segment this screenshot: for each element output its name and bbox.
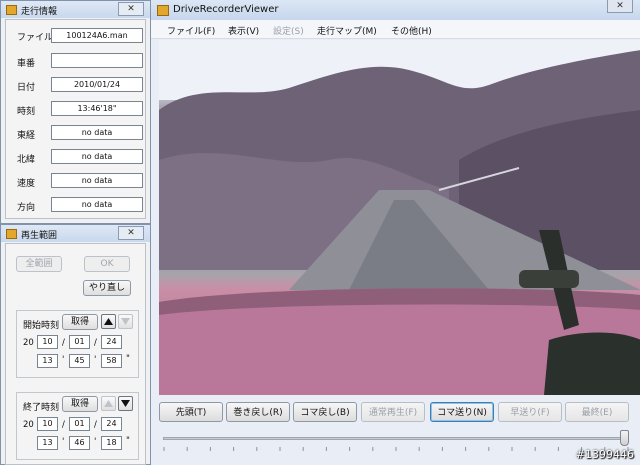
end-get-button[interactable]: 取得	[62, 396, 98, 412]
close-icon[interactable]: ✕	[607, 0, 633, 13]
direction-value: no data	[51, 197, 143, 212]
info-panel: 走行情報 ✕ ファイル 100124A6.man 車番 日付 2010/01/2…	[0, 0, 151, 224]
app-icon	[157, 5, 169, 16]
range-panel-title: 再生範囲	[21, 231, 58, 241]
minute-separator: '	[94, 437, 97, 447]
app-icon	[6, 5, 17, 15]
window-title: DriveRecorderViewer	[173, 4, 279, 15]
start-down-button[interactable]	[118, 314, 133, 329]
start-month-field[interactable]: 01	[69, 335, 90, 349]
info-panel-title: 走行情報	[21, 7, 58, 17]
frame-back-button[interactable]: コマ戻し(B)	[293, 402, 357, 422]
longitude-label: 東経	[17, 131, 36, 141]
end-month-field[interactable]: 01	[69, 417, 90, 431]
date-label: 日付	[17, 83, 36, 93]
menu-file[interactable]: ファイル(F)	[167, 24, 215, 37]
menu-other[interactable]: その他(H)	[391, 24, 432, 37]
menu-route-map[interactable]: 走行マップ(M)	[317, 24, 377, 37]
redo-button[interactable]: やり直し	[83, 280, 131, 296]
end-second-field[interactable]: 18	[101, 436, 122, 450]
time-value: 13:46'18"	[51, 101, 143, 116]
minute-separator: '	[62, 355, 65, 365]
time-label: 時刻	[17, 107, 36, 117]
date-value: 2010/01/24	[51, 77, 143, 92]
car-number-value	[51, 53, 143, 68]
end-century: 20	[23, 420, 34, 430]
latitude-label: 北緯	[17, 155, 36, 165]
seek-slider-track[interactable]	[163, 437, 629, 440]
app-icon	[6, 229, 17, 239]
file-label: ファイル	[17, 33, 54, 43]
speed-label: 速度	[17, 179, 36, 189]
main-title-bar[interactable]: DriveRecorderViewer ✕	[151, 0, 640, 20]
triangle-down-icon	[121, 400, 130, 407]
start-hour-field[interactable]: 13	[37, 354, 58, 368]
triangle-up-icon	[104, 400, 113, 407]
car-number-label: 車番	[17, 59, 36, 69]
start-day-field[interactable]: 24	[101, 335, 122, 349]
first-button[interactable]: 先頭(T)	[159, 402, 223, 422]
start-up-button[interactable]	[101, 314, 116, 329]
end-down-button[interactable]	[118, 396, 133, 411]
date-separator: /	[94, 338, 97, 348]
start-century: 20	[23, 338, 34, 348]
minute-separator: '	[62, 437, 65, 447]
seek-slider-ticks	[163, 447, 629, 451]
start-year-field[interactable]: 10	[37, 335, 58, 349]
second-suffix: "	[126, 354, 130, 364]
menu-bar: ファイル(F) 表示(V) 設定(S) 走行マップ(M) その他(H)	[151, 20, 640, 39]
range-panel: 再生範囲 ✕ 全範囲 OK やり直し 開始時刻 取得 20 10 / 01 / …	[0, 224, 151, 465]
date-separator: /	[94, 420, 97, 430]
menu-view[interactable]: 表示(V)	[228, 24, 259, 37]
info-panel-body: ファイル 100124A6.man 車番 日付 2010/01/24 時刻 13…	[5, 19, 146, 219]
last-button[interactable]: 最終(E)	[565, 402, 629, 422]
end-minute-field[interactable]: 46	[69, 436, 90, 450]
speed-value: no data	[51, 173, 143, 188]
video-frame	[159, 40, 640, 395]
main-window: DriveRecorderViewer ✕ ファイル(F) 表示(V) 設定(S…	[150, 0, 640, 465]
close-icon[interactable]: ✕	[118, 226, 144, 240]
start-second-field[interactable]: 58	[101, 354, 122, 368]
fast-forward-button[interactable]: 早送り(F)	[498, 402, 562, 422]
start-get-button[interactable]: 取得	[62, 314, 98, 330]
minute-separator: '	[94, 355, 97, 365]
file-value: 100124A6.man	[51, 28, 143, 43]
end-time-label: 終了時刻	[23, 403, 60, 413]
frame-forward-button[interactable]: コマ送り(N)	[430, 402, 494, 422]
end-hour-field[interactable]: 13	[37, 436, 58, 450]
triangle-down-icon	[121, 318, 130, 325]
watermark: #1399446	[575, 448, 634, 461]
end-up-button[interactable]	[101, 396, 116, 411]
range-panel-title-bar[interactable]: 再生範囲 ✕	[1, 225, 150, 242]
play-button[interactable]: 通常再生(F)	[361, 402, 425, 422]
triangle-up-icon	[104, 318, 113, 325]
ok-button[interactable]: OK	[84, 256, 130, 272]
info-panel-title-bar[interactable]: 走行情報 ✕	[1, 1, 150, 18]
longitude-value: no data	[51, 125, 143, 140]
all-range-button[interactable]: 全範囲	[16, 256, 62, 272]
menu-settings[interactable]: 設定(S)	[273, 24, 304, 37]
rewind-button[interactable]: 巻き戻し(R)	[226, 402, 290, 422]
road-scene-image	[159, 40, 640, 395]
end-year-field[interactable]: 10	[37, 417, 58, 431]
start-time-label: 開始時刻	[23, 321, 60, 331]
end-day-field[interactable]: 24	[101, 417, 122, 431]
date-separator: /	[62, 338, 65, 348]
seek-slider-thumb[interactable]	[620, 430, 629, 446]
direction-label: 方向	[17, 203, 36, 213]
range-panel-body: 全範囲 OK やり直し 開始時刻 取得 20 10 / 01 / 24 13 '…	[5, 243, 146, 465]
latitude-value: no data	[51, 149, 143, 164]
date-separator: /	[62, 420, 65, 430]
start-minute-field[interactable]: 45	[69, 354, 90, 368]
close-icon[interactable]: ✕	[118, 2, 144, 16]
second-suffix: "	[126, 436, 130, 446]
